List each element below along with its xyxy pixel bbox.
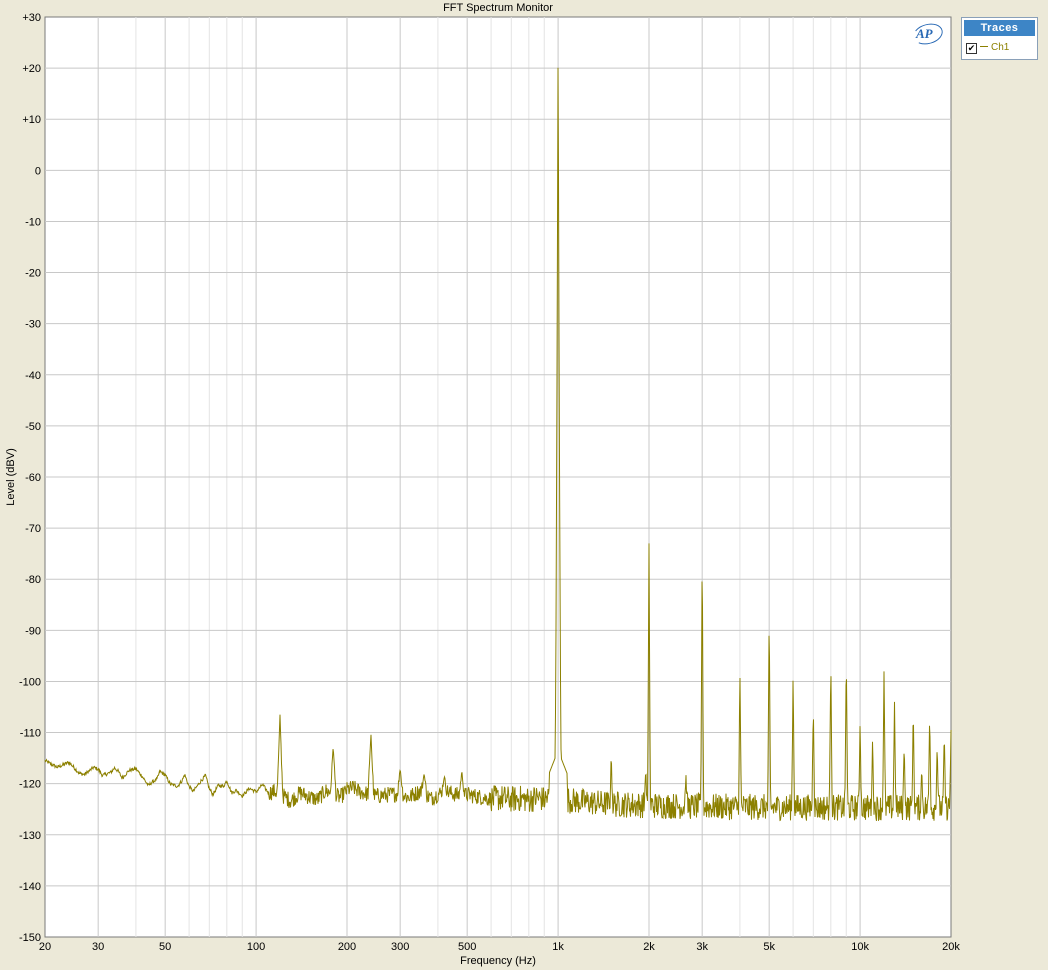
y-tick-label: -100 (19, 676, 41, 688)
x-tick-label: 50 (159, 941, 171, 953)
y-tick-label: -30 (25, 319, 41, 331)
x-tick-label: 30 (92, 941, 104, 953)
trace-ch1-label: Ch1 (991, 42, 1010, 53)
x-tick-label: 10k (851, 941, 869, 953)
y-tick-label: -10 (25, 216, 41, 228)
trace-ch1-checkbox[interactable]: ✔ (966, 43, 977, 54)
y-tick-label: -70 (25, 523, 41, 535)
x-tick-label: 2k (643, 941, 655, 953)
x-tick-label: 200 (338, 941, 356, 953)
x-tick-label: 20k (942, 941, 960, 953)
y-tick-label: -120 (19, 779, 41, 791)
x-tick-label: 5k (763, 941, 775, 953)
x-tick-label: 100 (247, 941, 265, 953)
y-tick-label: -50 (25, 421, 41, 433)
x-tick-label: 500 (458, 941, 476, 953)
trace-ch1-swatch (980, 46, 988, 47)
y-axis-label: Level (dBV) (5, 448, 17, 505)
fft-spectrum-window: FFT Spectrum Monitor +30 +20 +10 0 -10 -20 -30… (0, 0, 1048, 970)
x-tick-label: 300 (391, 941, 409, 953)
y-tick-label: -80 (25, 574, 41, 586)
spectrum-chart[interactable]: +30 +20 +10 0 -10 -20 -30 -40 -50 -60 -70 -80 -90 -10… (0, 0, 960, 970)
traces-panel: Traces ✔ Ch1 (961, 17, 1038, 60)
trace-item-ch1[interactable]: ✔ Ch1 (966, 41, 1034, 55)
x-axis-label: Frequency (Hz) (460, 955, 536, 967)
x-tick-label: 3k (696, 941, 708, 953)
y-tick-label: -40 (25, 370, 41, 382)
y-tick-label: -130 (19, 830, 41, 842)
x-tick-label: 20 (39, 941, 51, 953)
y-tick-label: +30 (22, 12, 41, 24)
y-tick-label: -150 (19, 932, 41, 944)
x-tick-label: 1k (552, 941, 564, 953)
y-tick-label: -90 (25, 625, 41, 637)
y-tick-label: +20 (22, 63, 41, 75)
y-tick-label: -20 (25, 268, 41, 280)
ap-logo: AP (910, 20, 946, 48)
traces-header: Traces (964, 20, 1035, 36)
y-tick-label: -140 (19, 881, 41, 893)
y-tick-label: 0 (35, 165, 41, 177)
y-tick-label: -110 (20, 728, 41, 740)
y-tick-label: -60 (25, 472, 41, 484)
y-tick-label: +10 (22, 114, 41, 126)
